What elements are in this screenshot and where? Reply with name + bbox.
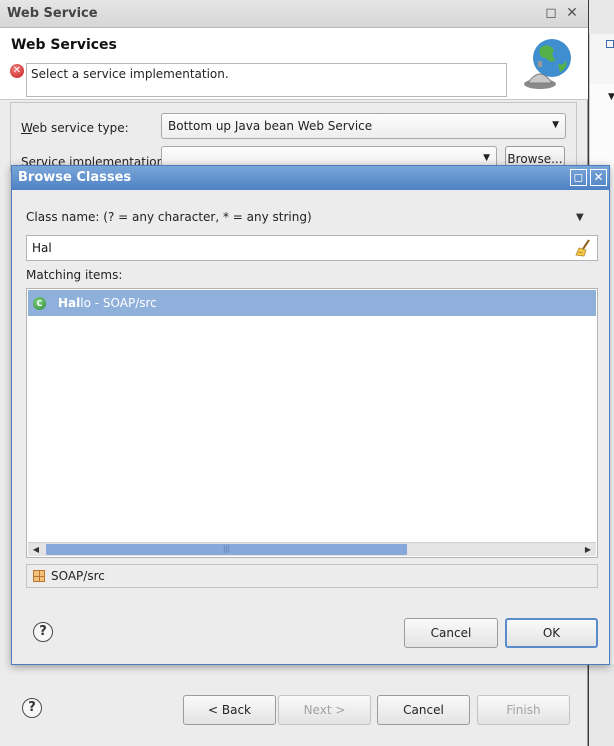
web-service-header: Web Services ✕ Select a service implemen…: [0, 28, 588, 100]
back-button[interactable]: < Back: [183, 695, 276, 725]
package-icon: [33, 570, 45, 582]
close-icon[interactable]: ✕: [564, 5, 580, 21]
ok-button[interactable]: OK: [505, 618, 598, 648]
next-button: Next >: [278, 695, 371, 725]
message-area: Select a service implementation.: [26, 63, 507, 97]
view-icon: [606, 40, 614, 48]
filter-menu-icon[interactable]: ▼: [576, 212, 584, 223]
browse-classes-dialog: Browse Classes ◻ ✕ Class name: (? = any …: [11, 165, 610, 665]
service-type-value: Bottom up Java bean Web Service: [168, 119, 373, 133]
error-icon: ✕: [10, 64, 24, 78]
cancel-button[interactable]: Cancel: [377, 695, 470, 725]
dialog-button-bar: ? Cancel OK: [12, 596, 609, 664]
list-item-label: Hallo - SOAP/src: [58, 296, 157, 310]
dialog-title: Browse Classes: [18, 170, 132, 185]
status-text: SOAP/src: [51, 569, 105, 583]
clear-broom-icon[interactable]: [574, 238, 594, 258]
browse-classes-title-bar[interactable]: Browse Classes ◻ ✕: [12, 166, 609, 190]
web-service-title-bar[interactable]: Web Service ◻ ✕: [0, 0, 588, 28]
scroll-left-icon[interactable]: ◀: [28, 543, 44, 556]
web-service-window-title: Web Service: [7, 6, 98, 21]
cancel-button[interactable]: Cancel: [404, 618, 498, 648]
class-name-label: Class name: (? = any character, * = any …: [26, 210, 312, 224]
service-type-label: Web service type:: [21, 121, 129, 135]
maximize-icon[interactable]: ◻: [543, 5, 559, 21]
page-title: Web Services: [11, 37, 117, 53]
list-item[interactable]: C Hallo - SOAP/src: [28, 290, 596, 316]
maximize-icon[interactable]: ◻: [570, 169, 587, 186]
class-icon: C: [33, 296, 46, 310]
scrollbar-thumb[interactable]: |||: [46, 544, 407, 555]
service-type-combo[interactable]: Bottom up Java bean Web Service ▼: [161, 113, 566, 139]
matching-items-list[interactable]: C Hallo - SOAP/src ◀ ||| ▶: [26, 288, 598, 558]
chevron-down-icon: ▼: [483, 153, 490, 163]
help-icon[interactable]: ?: [22, 698, 42, 718]
scroll-right-icon[interactable]: ▶: [580, 543, 596, 556]
status-bar: SOAP/src: [26, 564, 598, 588]
horizontal-scrollbar[interactable]: ◀ ||| ▶: [28, 542, 596, 556]
finish-button: Finish: [477, 695, 570, 725]
service-form: Web service type: Bottom up Java bean We…: [10, 102, 577, 172]
chevron-down-icon: ▼: [552, 120, 559, 130]
close-icon[interactable]: ✕: [590, 169, 607, 186]
help-icon[interactable]: ?: [33, 622, 53, 642]
matching-items-label: Matching items:: [26, 268, 123, 282]
class-name-input[interactable]: [26, 235, 598, 261]
web-service-globe-icon: [524, 39, 571, 89]
chevron-down-icon: ▼: [608, 92, 614, 102]
